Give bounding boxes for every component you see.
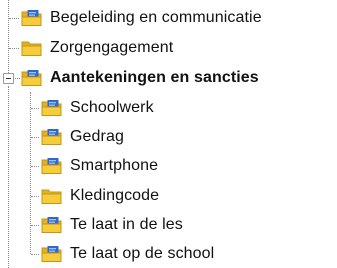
folder-with-document-icon [41,99,63,117]
folder-with-document-icon [41,245,63,263]
tree-item-begeleiding-en-communicatie[interactable]: Begeleiding en communicatie [21,4,262,32]
folder-with-document-icon [41,128,63,146]
tree-guide-line [9,18,19,19]
folder-tree: Begeleiding en communicatie Zorgengageme… [0,0,337,268]
tree-guide-line [31,254,39,255]
tree-item-label: Kledingcode [70,187,160,204]
tree-item-te-laat-in-de-les[interactable]: Te laat in de les [41,211,183,239]
tree-item-schoolwerk[interactable]: Schoolwerk [41,94,154,122]
folder-with-document-icon [21,69,43,87]
folder-icon [41,187,63,205]
tree-item-label: Begeleiding en communicatie [50,9,262,26]
tree-item-zorgengagement[interactable]: Zorgengagement [21,34,173,62]
tree-guide-line [31,137,39,138]
tree-item-label: Te laat in de les [70,216,183,233]
tree-guide-line [31,166,39,167]
folder-with-document-icon [21,9,43,27]
tree-guide-line [31,225,39,226]
tree-guide-line [8,86,9,268]
tree-guide-line [8,0,9,77]
tree-item-label: Smartphone [70,157,159,174]
tree-item-smartphone[interactable]: Smartphone [41,152,158,180]
tree-guide-line [15,78,20,79]
tree-guide-line [30,92,31,254]
tree-item-label: Schoolwerk [70,99,154,116]
tree-guide-line [31,108,39,109]
tree-guide-line [31,196,39,197]
folder-icon [21,39,43,57]
folder-with-document-icon [41,157,63,175]
tree-item-label: Aantekeningen en sancties [50,69,259,86]
folder-with-document-icon [41,216,63,234]
tree-item-kledingcode[interactable]: Kledingcode [41,182,159,210]
tree-item-label: Zorgengagement [50,39,174,56]
tree-guide-line [9,48,19,49]
tree-item-te-laat-op-de-school[interactable]: Te laat op de school [41,240,214,268]
tree-item-gedrag[interactable]: Gedrag [41,123,124,151]
collapse-toggle-icon[interactable] [3,73,14,84]
tree-item-aantekeningen-en-sancties[interactable]: Aantekeningen en sancties [21,64,259,92]
tree-item-label: Gedrag [70,128,124,145]
tree-item-label: Te laat op de school [70,245,215,262]
